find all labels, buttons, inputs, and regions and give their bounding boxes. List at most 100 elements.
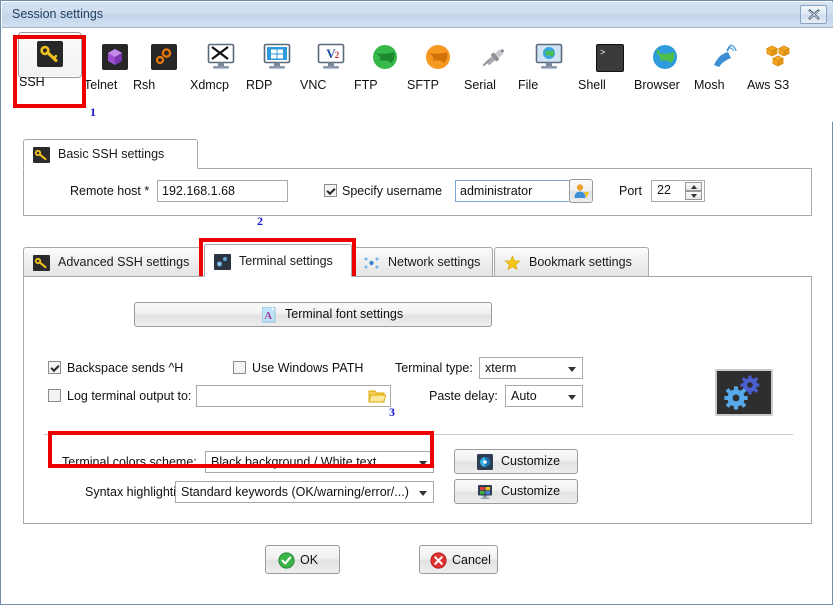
tab-basic-ssh-settings[interactable]: Basic SSH settings: [23, 139, 198, 169]
terminal-gears-icon: [715, 369, 773, 416]
session-type-label: VNC: [300, 78, 327, 92]
terminal-colors-scheme-label: Terminal colors scheme:: [62, 455, 197, 469]
log-terminal-output-label: Log terminal output to:: [67, 389, 192, 403]
session-type-file[interactable]: File: [518, 36, 580, 92]
check-circle-icon: [278, 552, 295, 572]
tab-advanced-ssh-settings[interactable]: Advanced SSH settings: [23, 247, 203, 277]
shell-prompt-icon: >: [592, 40, 626, 74]
session-type-label: Aws S3: [747, 78, 790, 92]
color-wheel-icon: [477, 454, 493, 478]
session-type-label: File: [518, 78, 539, 92]
port-increment[interactable]: [685, 182, 702, 191]
title-bar: Session settings: [2, 2, 833, 28]
session-type-shell[interactable]: > Shell: [578, 36, 640, 92]
paste-delay-label: Paste delay:: [429, 389, 498, 403]
syntax-highlighting-value: Standard keywords (OK/warning/error/...): [181, 485, 409, 499]
xdmcp-monitor-icon: [204, 40, 238, 74]
session-type-vnc[interactable]: V 2 VNC: [300, 36, 362, 92]
session-type-ssh[interactable]: SSH: [18, 32, 82, 89]
ftp-globe-icon: [368, 40, 402, 74]
port-stepper[interactable]: 22: [651, 180, 705, 202]
session-type-sftp[interactable]: SFTP: [407, 36, 469, 92]
session-type-label: Mosh: [694, 78, 725, 92]
session-type-label: Browser: [634, 78, 680, 92]
session-type-rdp[interactable]: RDP: [246, 36, 308, 92]
backspace-sends-checkbox[interactable]: [48, 361, 61, 374]
folder-open-icon[interactable]: [368, 388, 387, 407]
key-icon: [33, 147, 50, 163]
file-monitor-icon: [532, 40, 566, 74]
tab-label: Basic SSH settings: [58, 147, 165, 161]
network-icon: [363, 255, 380, 271]
tab-label: Terminal settings: [239, 254, 333, 268]
ssh-key-icon: [33, 37, 67, 71]
port-decrement[interactable]: [685, 191, 702, 200]
session-type-label: Rsh: [133, 78, 156, 92]
colors-customize-label: Customize: [501, 454, 561, 468]
ok-button[interactable]: OK: [265, 545, 340, 574]
svg-text:2: 2: [335, 50, 340, 60]
paste-delay-combo[interactable]: Auto: [505, 385, 583, 407]
terminal-colors-scheme-value: Black background / White text: [211, 455, 377, 469]
sftp-globe-icon: [421, 40, 455, 74]
port-label: Port: [619, 184, 642, 198]
user-select-icon: [574, 184, 589, 198]
telnet-cube-icon: [98, 40, 132, 74]
session-type-browser[interactable]: Browser: [634, 36, 696, 92]
session-type-label: SFTP: [407, 78, 439, 92]
terminal-icon: [214, 254, 231, 270]
session-type-xdmcp[interactable]: Xdmcp: [190, 36, 252, 92]
log-output-path-input[interactable]: [196, 385, 391, 407]
aws-s3-boxes-icon: [761, 40, 795, 74]
annotation-marker-3: 3: [389, 405, 395, 419]
rdp-windows-icon: [260, 40, 294, 74]
tab-terminal-settings[interactable]: Terminal settings: [204, 244, 352, 277]
use-windows-path-checkbox[interactable]: [233, 361, 246, 374]
serial-plug-icon: [478, 40, 512, 74]
mosh-satellite-icon: [708, 40, 742, 74]
font-a-icon: A: [261, 306, 277, 331]
x-circle-icon: [430, 552, 447, 572]
terminal-font-settings-label: Terminal font settings: [285, 307, 404, 321]
key-icon: [33, 255, 50, 271]
annotation-marker-2: 2: [257, 214, 263, 228]
syntax-customize-button[interactable]: Customize: [454, 479, 578, 504]
close-button[interactable]: [800, 5, 827, 24]
tab-bookmark-settings[interactable]: Bookmark settings: [494, 247, 649, 277]
annotation-marker-1: 1: [90, 105, 96, 119]
vnc-monitor-icon: V 2: [314, 40, 348, 74]
username-input[interactable]: [455, 180, 571, 202]
close-icon: [808, 9, 820, 20]
port-value: 22: [657, 183, 671, 197]
tab-label: Advanced SSH settings: [58, 255, 190, 269]
terminal-type-value: xterm: [485, 361, 517, 375]
terminal-colors-scheme-combo[interactable]: Black background / White text: [205, 451, 434, 473]
window-title: Session settings: [12, 7, 104, 21]
cancel-button[interactable]: Cancel: [419, 545, 498, 574]
syntax-customize-label: Customize: [501, 484, 561, 498]
session-type-serial[interactable]: Serial: [464, 36, 526, 92]
session-type-label: RDP: [246, 78, 273, 92]
colors-customize-button[interactable]: Customize: [454, 449, 578, 474]
terminal-type-label: Terminal type:: [395, 361, 473, 375]
session-type-toolbar: SSH Telnet Rsh Xdmcp RDP V 2 VNC FTP SFT…: [2, 28, 833, 122]
session-type-label: Xdmcp: [190, 78, 229, 92]
session-type-rsh[interactable]: Rsh: [133, 36, 195, 92]
tab-network-settings[interactable]: Network settings: [353, 247, 493, 277]
syntax-highlighting-combo[interactable]: Standard keywords (OK/warning/error/...): [175, 481, 434, 503]
terminal-type-combo[interactable]: xterm: [479, 357, 583, 379]
specify-username-label: Specify username: [342, 184, 443, 198]
rsh-gears-icon: [147, 40, 181, 74]
star-icon: [504, 255, 521, 271]
basic-ssh-settings-panel: Remote host * Specify username Port 22: [23, 168, 812, 216]
use-windows-path-label: Use Windows PATH: [252, 361, 364, 375]
log-terminal-output-checkbox[interactable]: [48, 389, 61, 402]
session-type-label: Shell: [578, 78, 606, 92]
session-type-aws-s3[interactable]: Aws S3: [747, 36, 809, 92]
session-type-label: SSH: [19, 75, 45, 89]
remote-host-input[interactable]: [157, 180, 288, 202]
specify-username-checkbox[interactable]: [324, 184, 337, 197]
terminal-settings-panel: A Terminal font settings Backspace sends…: [23, 276, 812, 524]
user-select-button[interactable]: [569, 179, 593, 203]
terminal-font-settings-button[interactable]: A Terminal font settings: [134, 302, 492, 327]
